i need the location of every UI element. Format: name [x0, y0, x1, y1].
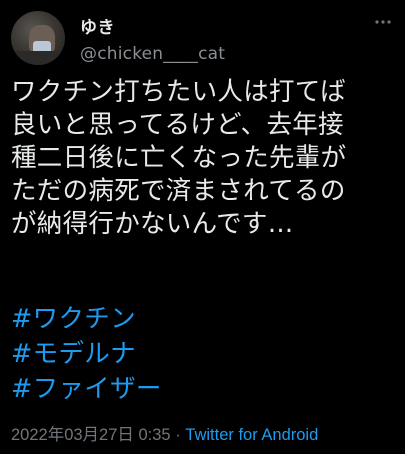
display-name[interactable]: ゆき: [80, 13, 115, 38]
avatar-shadow: [11, 51, 65, 65]
hashtag-link[interactable]: #ファイザー: [11, 372, 162, 407]
avatar[interactable]: [11, 11, 65, 65]
meta-separator: ·: [170, 426, 186, 444]
hashtag-link[interactable]: #モデルナ: [11, 337, 162, 372]
more-horizontal-icon-svg: [375, 20, 391, 24]
hashtag-list: #ワクチン #モデルナ #ファイザー: [11, 302, 162, 407]
tweet-source[interactable]: Twitter for Android: [185, 426, 318, 444]
tweet-meta: 2022年03月27日 0:35 · Twitter for Android: [11, 421, 318, 445]
more-horizontal-icon[interactable]: [373, 12, 393, 32]
tweet-timestamp[interactable]: 2022年03月27日 0:35: [11, 426, 171, 444]
hashtag-link[interactable]: #ワクチン: [11, 302, 162, 337]
tweet: ゆき @chicken____cat ワクチン打ちたい人は打てば 良いと思ってる…: [0, 0, 405, 454]
user-handle[interactable]: @chicken____cat: [80, 44, 225, 64]
tweet-text: ワクチン打ちたい人は打てば 良いと思ってるけど、去年接 種二日後に亡くなった先輩…: [11, 77, 347, 239]
